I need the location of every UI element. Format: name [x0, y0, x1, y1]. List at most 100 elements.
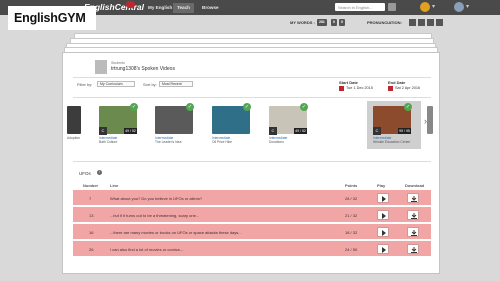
pronunciation-label: PRONUNCIATION: [367, 20, 402, 25]
check-icon: ✓ [300, 103, 308, 111]
video-points: 95 / 95 [398, 128, 411, 134]
chevron-right-icon[interactable]: › [424, 116, 427, 126]
download-icon [411, 213, 417, 219]
table-row: 16 ...there are many movies or books on … [73, 224, 431, 240]
video-title-text: Donations [269, 140, 284, 144]
column-header-number: Number [83, 183, 99, 188]
download-icon [411, 247, 417, 253]
video-title[interactable]: Intermediate Oil Price Hike [212, 136, 258, 144]
play-button[interactable] [377, 244, 389, 254]
video-title[interactable]: Intermediate Wrinkle Education Center [373, 136, 419, 144]
check-icon: ✓ [243, 103, 251, 111]
row-line: What about you? Do you believe in UFOs o… [110, 196, 203, 201]
play-icon [382, 230, 386, 236]
sort-by-select[interactable]: Most Recent [159, 81, 193, 87]
video-title[interactable]: Intermediate Donations [269, 136, 315, 144]
video-title[interactable]: Adoption [67, 136, 85, 140]
end-date-value[interactable]: Sat 2 Apr 2016 [395, 86, 420, 90]
start-date-value[interactable]: Tue 1 Dec 2015 [346, 86, 373, 90]
column-header-points: Points [345, 183, 358, 188]
check-icon: ✓ [404, 103, 412, 111]
divider [73, 97, 431, 98]
video-title[interactable]: Intermediate The Leader's Idea [155, 136, 201, 144]
pronunciation-option-2[interactable] [418, 19, 425, 26]
student-label: Students [111, 61, 125, 65]
check-icon: ✓ [186, 103, 194, 111]
row-line: ...there are many movies or books on UFO… [110, 230, 242, 235]
video-title-text: The Leader's Idea [155, 140, 182, 144]
pronunciation-option-4[interactable] [436, 19, 443, 26]
filter-by-select[interactable]: My Curriculum [97, 81, 135, 87]
words-pill-3[interactable]: 0 [339, 19, 345, 26]
nav-browse[interactable]: Browse [198, 3, 223, 13]
search-icon[interactable] [388, 3, 396, 11]
video-carousel: Adoption C 49 / 52 ✓ Intermediate Bath Cu… [67, 101, 433, 151]
calendar-icon[interactable] [339, 86, 344, 91]
row-number: 7 [89, 196, 92, 201]
chevron-down-icon[interactable]: ▾ [466, 3, 469, 10]
level-badge: C [373, 127, 381, 135]
words-pill-2[interactable]: 0 [331, 19, 337, 26]
avatar-icon[interactable] [420, 2, 430, 12]
search-input[interactable]: Search in English... [335, 3, 385, 11]
my-words-count[interactable]: 281 [317, 19, 327, 26]
pronunciation-option-3[interactable] [427, 19, 434, 26]
table-row: 26 I can also find a lot of movies or co… [73, 241, 431, 257]
video-title-text: Oil Price Hike [212, 140, 232, 144]
row-points: 21 / 32 [345, 213, 358, 218]
video-title[interactable]: Intermediate Bath Culture [99, 136, 145, 144]
video-thumbnail[interactable] [427, 106, 433, 134]
play-button[interactable] [377, 193, 389, 203]
calendar-icon[interactable] [388, 86, 393, 91]
column-header-play: Play [377, 183, 386, 188]
chevron-down-icon[interactable]: ▾ [432, 3, 435, 10]
globe-icon[interactable] [454, 2, 464, 12]
download-icon [411, 230, 417, 236]
student-videos-card: Students trtrung1308's Spoken Videos Fil… [62, 52, 440, 274]
download-button[interactable] [407, 244, 419, 254]
start-date-label: Start Date [339, 80, 358, 85]
download-button[interactable] [407, 210, 419, 220]
table-row: 13 ...but if it turns out to be a threat… [73, 207, 431, 223]
video-points: 49 / 52 [124, 128, 137, 134]
play-button[interactable] [377, 210, 389, 220]
table-row: 7 What about you? Do you believe in UFOs… [73, 190, 431, 206]
play-icon [382, 213, 386, 219]
word-stats-bar: MY WORDS : 281 0 0 PRONUNCIATION: [287, 18, 500, 27]
column-header-download: Download [405, 183, 425, 188]
row-line: I can also find a lot of movies or comic… [110, 247, 184, 252]
filter-by-label: Filter by: [77, 82, 93, 87]
avatar [95, 60, 107, 74]
video-title-text: Bath Culture [99, 140, 118, 144]
nav-my-english[interactable]: My English [144, 3, 176, 13]
pronunciation-option-1[interactable] [409, 19, 416, 26]
section-title: UFOs [79, 171, 91, 176]
download-button[interactable] [407, 193, 419, 203]
info-icon[interactable]: i [97, 170, 102, 175]
row-line: ...but if it turns out to be a threateni… [110, 213, 200, 218]
video-points: 49 / 52 [294, 128, 307, 134]
level-badge: C [99, 127, 107, 135]
divider [73, 77, 431, 78]
logo-bubble-icon [126, 1, 135, 8]
check-icon: ✓ [130, 103, 138, 111]
column-header-line: Line [110, 183, 119, 188]
row-points: 28 / 32 [345, 196, 358, 201]
play-icon [382, 196, 386, 202]
my-words-label: MY WORDS : [290, 20, 315, 25]
sort-by-label: Sort by: [143, 82, 157, 87]
student-name: trtrung1308's Spoken Videos [111, 66, 175, 72]
end-date-label: End Date [388, 80, 406, 85]
download-button[interactable] [407, 227, 419, 237]
play-button[interactable] [377, 227, 389, 237]
video-thumbnail[interactable] [67, 106, 81, 134]
row-number: 26 [89, 247, 94, 252]
row-number: 13 [89, 213, 94, 218]
video-title-text: Wrinkle Education Center [373, 140, 411, 144]
row-number: 16 [89, 230, 94, 235]
download-icon [411, 196, 417, 202]
brand-overlay: EnglishGYM [8, 6, 96, 30]
nav-teach[interactable]: Teach [173, 3, 194, 13]
divider [73, 161, 431, 162]
level-badge: C [269, 127, 277, 135]
